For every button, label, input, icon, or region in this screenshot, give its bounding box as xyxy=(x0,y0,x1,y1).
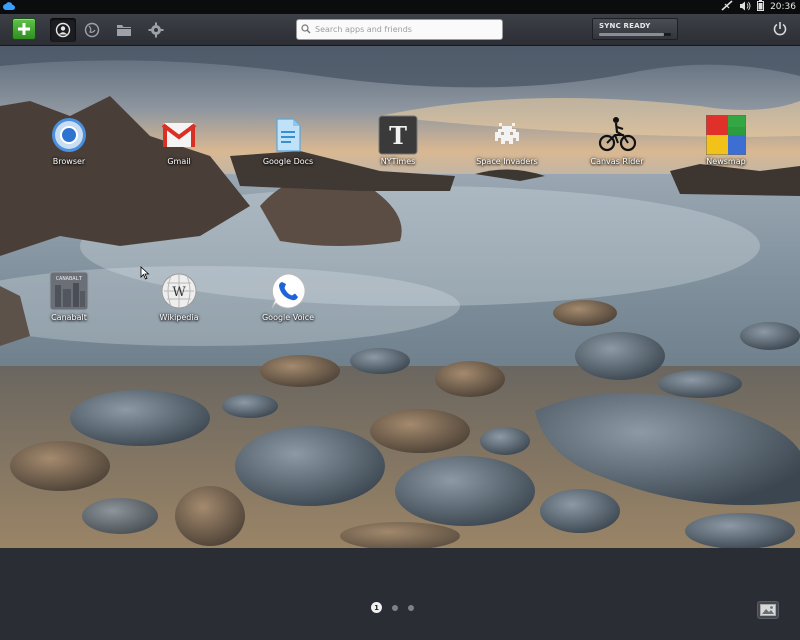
svg-text:T: T xyxy=(389,121,407,150)
add-app-button[interactable] xyxy=(12,18,36,40)
app-canvas-rider[interactable]: Canvas Rider xyxy=(577,115,657,166)
cloud-icon[interactable] xyxy=(3,2,15,14)
power-button[interactable] xyxy=(772,21,788,41)
canabalt-logo-text: CANABALT xyxy=(56,276,83,282)
app-label: NYTimes xyxy=(380,157,416,166)
globe-icon xyxy=(84,22,100,38)
desktop: 20:36 Search apps and friends SYNC READY… xyxy=(0,0,800,640)
app-wikipedia[interactable]: W Wikipedia xyxy=(139,271,219,322)
sync-label: SYNC READY xyxy=(599,22,651,30)
tab-settings[interactable] xyxy=(145,19,167,41)
app-browser[interactable]: Browser xyxy=(29,115,109,166)
app-label: Gmail xyxy=(167,157,191,166)
gear-icon xyxy=(148,22,164,38)
app-nytimes[interactable]: T NYTimes xyxy=(358,115,438,166)
tab-files[interactable] xyxy=(113,19,135,41)
tab-web[interactable] xyxy=(81,19,103,41)
voice-icon xyxy=(268,271,308,311)
sync-progress-fill xyxy=(599,33,664,36)
page-indicator: 1 xyxy=(371,602,414,613)
app-label: Google Docs xyxy=(262,157,314,166)
sync-status[interactable]: SYNC READY xyxy=(592,18,678,40)
app-google-docs[interactable]: Google Docs xyxy=(248,115,328,166)
tab-apps[interactable] xyxy=(50,18,76,42)
docs-icon xyxy=(268,115,308,155)
folder-icon xyxy=(117,25,131,36)
wikipedia-icon: W xyxy=(159,271,199,311)
change-wallpaper-button[interactable] xyxy=(757,601,779,619)
page-dot-1[interactable]: 1 xyxy=(371,602,382,613)
image-icon xyxy=(760,604,776,616)
app-label: Browser xyxy=(52,157,86,166)
sync-progress-bar xyxy=(599,33,671,36)
newsmap-icon xyxy=(705,114,747,156)
apps-icon xyxy=(55,22,71,38)
nytimes-icon: T xyxy=(378,115,418,155)
gmail-icon xyxy=(159,115,199,155)
app-google-voice[interactable]: Google Voice xyxy=(248,271,328,322)
chrome-icon xyxy=(49,115,89,155)
app-label: Wikipedia xyxy=(159,313,199,322)
battery-icon[interactable] xyxy=(757,0,765,14)
bike-icon xyxy=(597,115,637,155)
dock: 1 xyxy=(0,548,800,640)
app-label: Newsmap xyxy=(706,157,746,166)
clock[interactable]: 20:36 xyxy=(770,1,796,13)
app-newsmap[interactable]: Newsmap xyxy=(686,114,766,166)
toolbar: SYNC READY xyxy=(0,14,800,46)
app-label: Canabalt xyxy=(51,313,87,322)
svg-text:W: W xyxy=(172,285,186,300)
app-label: Google Voice xyxy=(261,313,315,322)
app-canabalt[interactable]: CANABALT Canabalt xyxy=(29,271,109,322)
search-input[interactable] xyxy=(315,22,499,37)
system-bar: 20:36 xyxy=(0,0,800,14)
page-dot-2[interactable] xyxy=(392,604,398,611)
search-box[interactable] xyxy=(296,19,503,40)
page-dot-3[interactable] xyxy=(408,604,414,611)
canabalt-icon: CANABALT xyxy=(49,271,89,311)
invader-icon xyxy=(487,115,527,155)
app-label: Space Invaders xyxy=(476,157,538,166)
app-space-invaders[interactable]: Space Invaders xyxy=(467,115,547,166)
plus-icon xyxy=(18,23,30,35)
volume-icon[interactable] xyxy=(739,1,751,14)
network-icon[interactable] xyxy=(721,0,733,14)
app-label: Canvas Rider xyxy=(590,157,644,166)
power-icon xyxy=(773,22,787,36)
mouse-cursor-icon xyxy=(140,265,150,284)
search-icon xyxy=(301,24,311,34)
app-gmail[interactable]: Gmail xyxy=(139,115,219,166)
